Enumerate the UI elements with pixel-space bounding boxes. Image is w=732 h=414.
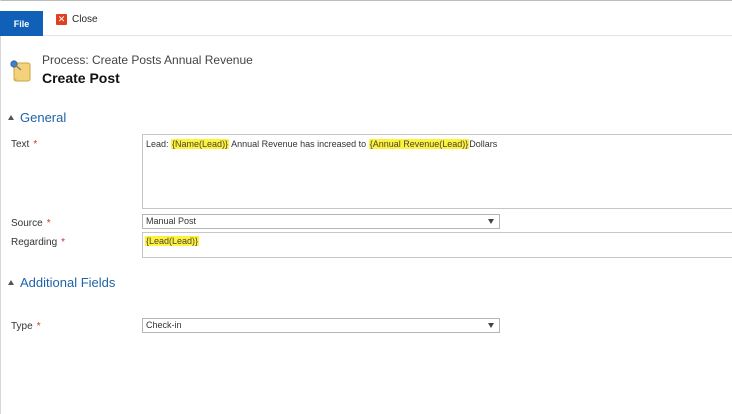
left-border <box>0 0 1 414</box>
type-select[interactable]: Check-in <box>142 318 500 333</box>
process-breadcrumb: Process: Create Posts Annual Revenue <box>42 53 253 67</box>
chevron-down-icon <box>488 323 494 328</box>
type-label-text: Type <box>11 321 33 332</box>
page-title: Create Post <box>42 70 120 86</box>
section-general-header[interactable]: General <box>8 110 66 125</box>
section-general-label: General <box>20 110 67 125</box>
collapse-triangle-icon <box>8 115 14 120</box>
text-part-3: Dollars <box>469 139 498 149</box>
source-value: Manual Post <box>146 216 197 226</box>
required-mark: * <box>61 237 66 248</box>
close-button[interactable]: ✕ Close <box>56 11 98 27</box>
text-label: Text * <box>11 139 37 150</box>
required-mark: * <box>36 321 41 332</box>
regarding-label-text: Regarding <box>11 237 58 248</box>
regarding-field[interactable]: {Lead(Lead)} <box>142 232 732 258</box>
text-field[interactable]: Lead: {Name(Lead)} Annual Revenue has in… <box>142 134 732 209</box>
text-part-2: Annual Revenue has increased to <box>229 139 369 149</box>
close-icon: ✕ <box>56 13 67 25</box>
close-label: Close <box>72 13 98 25</box>
section-additional-label: Additional Fields <box>20 275 116 290</box>
dynamic-value-lead[interactable]: {Lead(Lead)} <box>145 236 200 246</box>
source-select[interactable]: Manual Post <box>142 214 500 229</box>
required-mark: * <box>33 139 38 150</box>
section-additional-header[interactable]: Additional Fields <box>8 275 115 290</box>
dynamic-value-annual-revenue[interactable]: {Annual Revenue(Lead)} <box>368 139 470 149</box>
text-label-text: Text <box>11 139 30 150</box>
file-button[interactable]: File <box>0 11 43 36</box>
type-label: Type * <box>11 321 41 332</box>
chevron-down-icon <box>488 219 494 224</box>
source-label-text: Source <box>11 218 43 229</box>
dynamic-value-name[interactable]: {Name(Lead)} <box>171 139 230 149</box>
collapse-triangle-icon <box>8 280 14 285</box>
required-mark: * <box>46 218 51 229</box>
ribbon: File ✕ Close <box>0 1 732 36</box>
type-value: Check-in <box>146 320 182 330</box>
post-note-icon <box>10 60 31 82</box>
regarding-label: Regarding * <box>11 237 65 248</box>
source-label: Source * <box>11 218 51 229</box>
text-part-1: Lead: <box>146 139 172 149</box>
